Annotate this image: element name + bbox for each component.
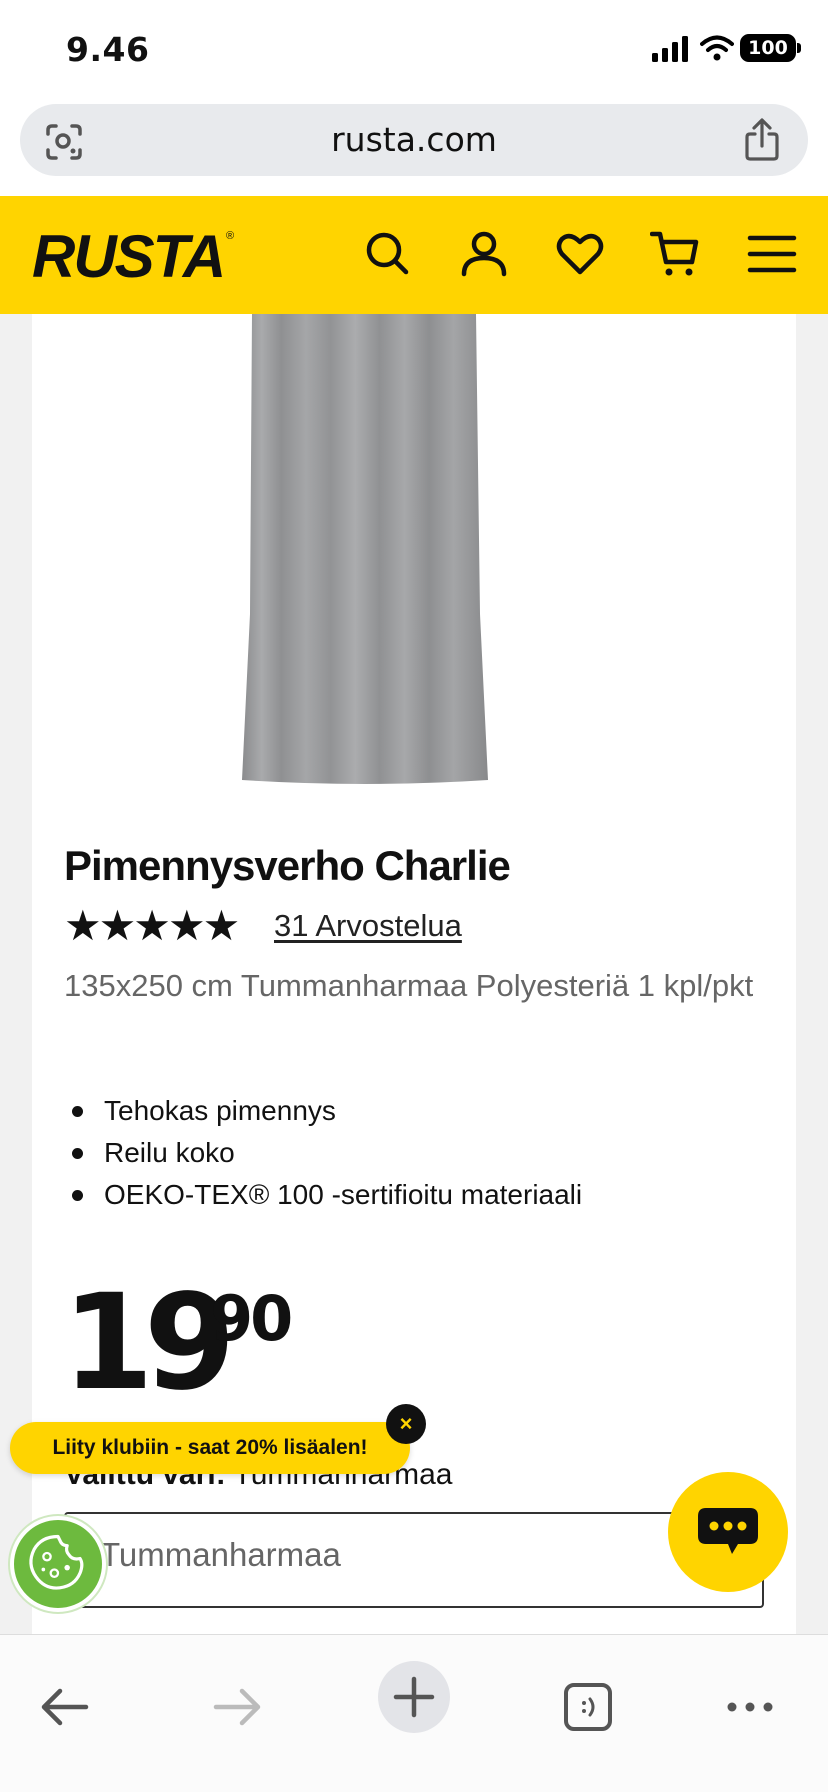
cart-icon[interactable] <box>650 228 702 280</box>
wifi-icon <box>700 35 734 61</box>
battery-tip <box>797 43 801 53</box>
heart-icon[interactable] <box>554 228 606 280</box>
promo-close-button[interactable]: × <box>386 1404 426 1444</box>
price-decimals: 90 <box>210 1282 293 1355</box>
rating-stars: ★★★★★ <box>64 901 240 950</box>
reviews-link[interactable]: 31 Arvostelua <box>274 908 462 944</box>
product-description: 135x250 cm Tummanharmaa Polyesteriä 1 kp… <box>64 968 754 1003</box>
rusta-logo[interactable]: RUSTA <box>32 222 226 291</box>
feature-list: Tehokas pimennys Reilu koko OEKO-TEX® 10… <box>64 1090 764 1216</box>
menu-icon[interactable] <box>746 228 798 280</box>
cookie-settings-button[interactable] <box>10 1516 106 1612</box>
site-header: RUSTA ® <box>0 196 828 314</box>
product-title: Pimennysverho Charlie <box>64 842 511 889</box>
status-time: 9.46 <box>66 30 150 69</box>
feature-item: Tehokas pimennys <box>64 1090 764 1132</box>
back-icon[interactable] <box>34 1677 94 1737</box>
new-tab-button[interactable] <box>378 1661 450 1733</box>
signal-icon <box>652 36 688 62</box>
product-image-curtain[interactable] <box>240 314 490 786</box>
url-text[interactable]: rusta.com <box>20 104 808 176</box>
club-promo-banner[interactable]: Liity klubiin - saat 20% lisäalen! <box>10 1422 410 1474</box>
new-tab-icon <box>393 1676 435 1718</box>
tabs-icon[interactable] <box>558 1677 618 1737</box>
feature-item: OEKO-TEX® 100 -sertifioitu materiaali <box>64 1174 764 1216</box>
color-select-value[interactable]: Tummanharmaa <box>100 1536 341 1574</box>
chat-button[interactable] <box>668 1472 788 1592</box>
address-bar[interactable]: rusta.com <box>20 104 808 176</box>
more-icon[interactable] <box>720 1677 780 1737</box>
cookie-icon <box>29 1534 84 1590</box>
logo-registered-mark: ® <box>226 230 235 242</box>
price-main: 19 <box>62 1266 236 1420</box>
feature-item: Reilu koko <box>64 1132 764 1174</box>
chat-icon <box>698 1508 758 1554</box>
browser-toolbar <box>0 1634 828 1792</box>
status-bar: 9.46 100 <box>0 0 828 100</box>
account-icon[interactable] <box>458 228 510 280</box>
search-icon[interactable] <box>362 228 414 280</box>
forward-icon[interactable] <box>208 1677 268 1737</box>
share-icon[interactable] <box>742 118 782 162</box>
battery-indicator: 100 <box>740 34 796 62</box>
